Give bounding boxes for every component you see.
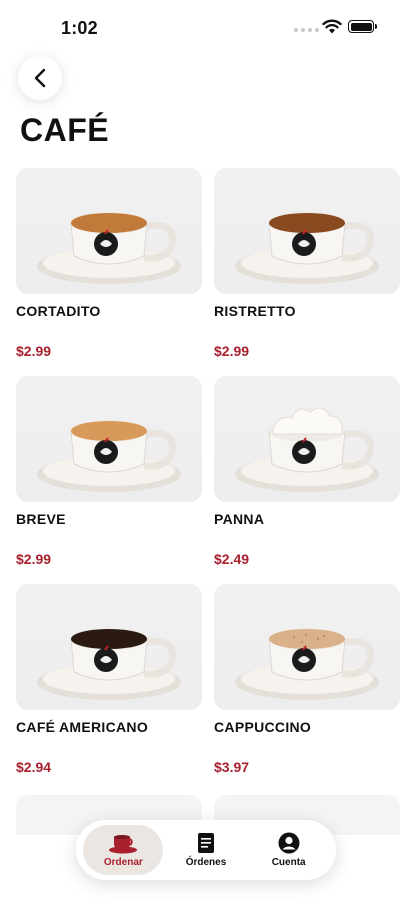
product-price: $2.99 xyxy=(16,551,52,567)
product-card[interactable]: CAPPUCCINO $3.97 xyxy=(214,584,400,775)
tab-cuenta[interactable]: Cuenta xyxy=(249,825,329,875)
tab-label: Órdenes xyxy=(185,857,227,868)
product-price: $3.97 xyxy=(214,759,250,775)
product-card[interactable]: CAFÉ AMERICANO $2.94 xyxy=(16,584,202,775)
page-title: CAFÉ xyxy=(20,112,110,148)
tab-label: Cuenta xyxy=(271,857,306,868)
product-name: CAFÉ AMERICANO xyxy=(16,719,149,735)
product-image[interactable] xyxy=(16,376,202,502)
product-card[interactable]: CORTADITO $2.99 xyxy=(16,168,202,359)
product-price: $2.99 xyxy=(214,343,250,359)
battery-icon xyxy=(348,20,377,33)
status-bar: 1:02 xyxy=(0,0,415,56)
product-card[interactable]: PANNA $2.49 xyxy=(214,376,400,567)
product-name: PANNA xyxy=(214,511,265,527)
product-name: CORTADITO xyxy=(16,303,101,319)
tab-bar: Ordenar Órdenes Cuenta xyxy=(76,820,336,880)
coffee-cup-icon xyxy=(109,835,138,854)
back-button[interactable] xyxy=(18,56,62,100)
product-image[interactable] xyxy=(16,168,202,294)
product-name: BREVE xyxy=(16,511,66,527)
product-price: $2.49 xyxy=(214,551,250,567)
status-time: 1:02 xyxy=(61,18,98,38)
cellular-signal-icon xyxy=(294,28,319,32)
tab-ordenar[interactable]: Ordenar xyxy=(83,825,164,875)
product-image[interactable] xyxy=(16,584,202,710)
receipt-icon xyxy=(197,833,214,853)
product-name: CAPPUCCINO xyxy=(214,719,312,735)
product-name: RISTRETTO xyxy=(214,303,296,319)
tab-label: Ordenar xyxy=(103,857,143,868)
chevron-left-icon xyxy=(34,68,46,88)
product-price: $2.99 xyxy=(16,343,52,359)
product-image[interactable] xyxy=(214,584,400,710)
product-image[interactable] xyxy=(214,376,400,502)
product-card[interactable]: BREVE $2.99 xyxy=(16,376,202,567)
product-price: $2.94 xyxy=(16,759,52,775)
wifi-icon xyxy=(322,19,342,34)
product-card[interactable]: RISTRETTO $2.99 xyxy=(214,168,400,359)
tab-ordenes[interactable]: Órdenes xyxy=(166,825,246,875)
product-image[interactable] xyxy=(214,168,400,294)
account-icon xyxy=(278,832,300,854)
